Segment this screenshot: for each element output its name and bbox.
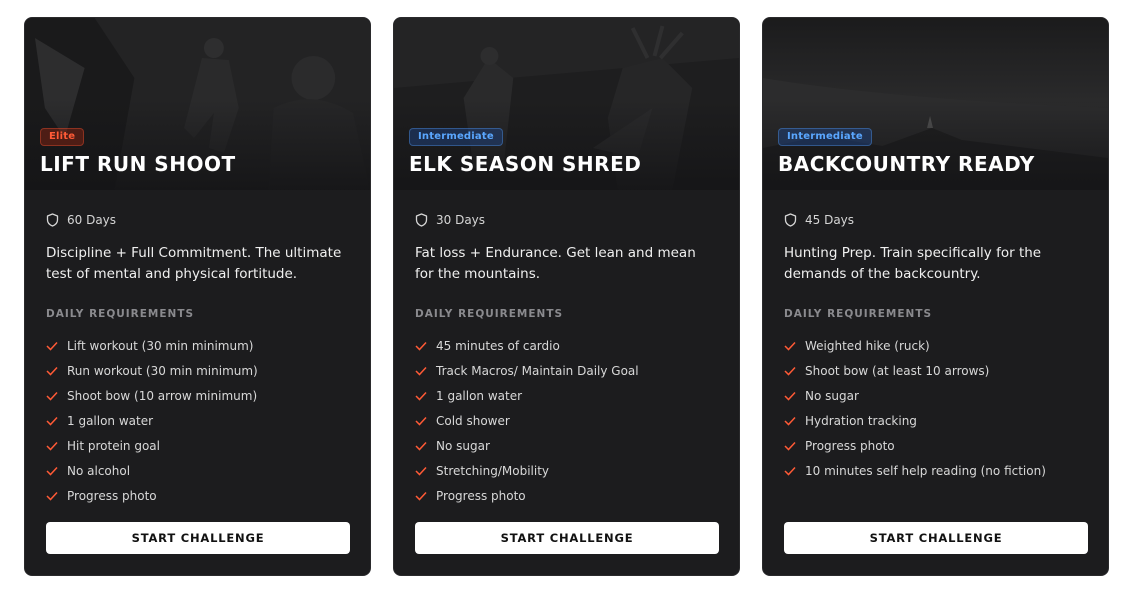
duration-text: 30 Days <box>436 213 486 227</box>
requirement-item: 10 minutes self help reading (no fiction… <box>784 458 1046 483</box>
requirement-item: Progress photo <box>46 483 258 508</box>
start-challenge-button[interactable]: START CHALLENGE <box>46 522 350 554</box>
requirement-item: No sugar <box>784 383 1046 408</box>
requirement-item: Run workout (30 min minimum) <box>46 358 258 383</box>
start-challenge-button[interactable]: START CHALLENGE <box>415 522 719 554</box>
requirement-item: Hydration tracking <box>784 408 1046 433</box>
check-icon <box>46 416 58 426</box>
challenge-title: BACKCOUNTRY READY <box>778 152 1035 176</box>
requirement-item: Weighted hike (ruck) <box>784 333 1046 358</box>
check-icon <box>46 466 58 476</box>
difficulty-badge: Elite <box>40 128 85 146</box>
check-icon <box>415 491 427 501</box>
check-icon <box>784 416 796 426</box>
check-icon <box>415 391 427 401</box>
requirements-label: DAILY REQUIREMENTS <box>46 308 195 320</box>
requirements-list: Weighted hike (ruck) Shoot bow (at least… <box>784 333 1046 483</box>
requirement-item: Lift workout (30 min minimum) <box>46 333 258 358</box>
requirements-list: 45 minutes of cardio Track Macros/ Maint… <box>415 333 639 508</box>
check-icon <box>784 366 796 376</box>
challenge-title: ELK SEASON SHRED <box>409 152 642 176</box>
shield-icon <box>46 213 59 227</box>
duration-row: 30 Days <box>415 212 485 228</box>
challenge-card-elk-season-shred[interactable]: Intermediate ELK SEASON SHRED 30 Days Fa… <box>393 17 740 576</box>
check-icon <box>46 391 58 401</box>
shield-icon <box>415 213 428 227</box>
start-challenge-button[interactable]: START CHALLENGE <box>784 522 1088 554</box>
challenge-cards: Elite LIFT RUN SHOOT 60 Days Discipline … <box>0 0 1140 604</box>
check-icon <box>415 341 427 351</box>
check-icon <box>415 466 427 476</box>
challenge-card-lift-run-shoot[interactable]: Elite LIFT RUN SHOOT 60 Days Discipline … <box>24 17 371 576</box>
requirement-item: No alcohol <box>46 458 258 483</box>
requirement-item: 1 gallon water <box>415 383 639 408</box>
difficulty-badge: Intermediate <box>409 128 503 146</box>
challenge-description: Hunting Prep. Train specifically for the… <box>784 245 1042 282</box>
check-icon <box>784 341 796 351</box>
challenge-card-backcountry-ready[interactable]: Intermediate BACKCOUNTRY READY 45 Days H… <box>762 17 1109 576</box>
check-icon <box>415 441 427 451</box>
requirement-item: Progress photo <box>415 483 639 508</box>
requirements-list: Lift workout (30 min minimum) Run workou… <box>46 333 258 508</box>
check-icon <box>415 366 427 376</box>
check-icon <box>784 391 796 401</box>
requirement-item: Hit protein goal <box>46 433 258 458</box>
shield-icon <box>784 213 797 227</box>
requirement-item: Stretching/Mobility <box>415 458 639 483</box>
difficulty-badge: Intermediate <box>778 128 872 146</box>
check-icon <box>46 341 58 351</box>
duration-text: 60 Days <box>67 213 117 227</box>
requirement-item: Track Macros/ Maintain Daily Goal <box>415 358 639 383</box>
requirement-item: 45 minutes of cardio <box>415 333 639 358</box>
duration-row: 45 Days <box>784 212 854 228</box>
duration-text: 45 Days <box>805 213 855 227</box>
challenge-title: LIFT RUN SHOOT <box>40 152 236 176</box>
requirements-label: DAILY REQUIREMENTS <box>415 308 564 320</box>
requirement-item: Shoot bow (at least 10 arrows) <box>784 358 1046 383</box>
requirement-item: Shoot bow (10 arrow minimum) <box>46 383 258 408</box>
check-icon <box>784 466 796 476</box>
check-icon <box>46 366 58 376</box>
requirement-item: 1 gallon water <box>46 408 258 433</box>
check-icon <box>415 416 427 426</box>
challenge-description: Fat loss + Endurance. Get lean and mean … <box>415 245 696 282</box>
duration-row: 60 Days <box>46 212 116 228</box>
requirement-item: Cold shower <box>415 408 639 433</box>
requirement-item: No sugar <box>415 433 639 458</box>
check-icon <box>46 491 58 501</box>
requirement-item: Progress photo <box>784 433 1046 458</box>
challenge-description: Discipline + Full Commitment. The ultima… <box>46 245 342 282</box>
check-icon <box>46 441 58 451</box>
requirements-label: DAILY REQUIREMENTS <box>784 308 933 320</box>
check-icon <box>784 441 796 451</box>
